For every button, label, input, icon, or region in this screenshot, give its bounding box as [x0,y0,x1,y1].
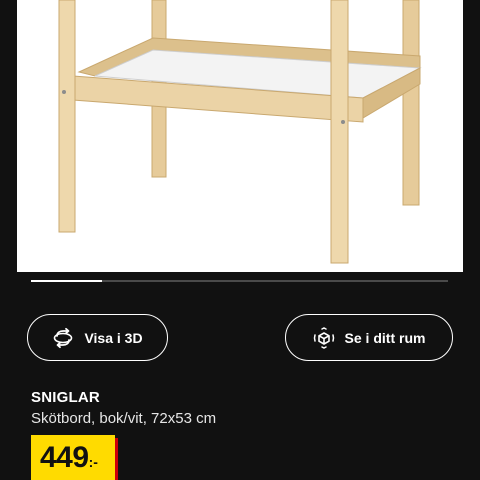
front-left-leg [58,0,76,233]
gallery-progress-bar[interactable] [31,280,448,282]
price-suffix: :- [88,454,98,470]
price-tag: 449 :- [31,435,115,480]
view-in-room-button[interactable]: Se i ditt rum [285,314,453,361]
screw-left [62,90,66,94]
product-description: Skötbord, bok/vit, 72x53 cm [31,410,217,427]
rotate-3d-icon [52,327,74,349]
ar-cube-icon [313,326,335,349]
view-in-3d-button[interactable]: Visa i 3D [27,314,168,361]
view-in-room-label: Se i ditt rum [344,329,426,346]
price-integer: 449 [40,441,89,474]
view-in-3d-label: Visa i 3D [84,329,143,346]
gallery-progress-fill [31,280,102,282]
product-image[interactable] [17,0,463,272]
changing-table-illustration [58,0,422,264]
back-right-leg [402,0,420,206]
product-screen: Visa i 3D Se i ditt rum SNIGLAR Skötbord… [0,0,480,480]
screw-right [341,120,345,124]
product-name: SNIGLAR [31,389,100,406]
front-right-leg [330,0,349,264]
